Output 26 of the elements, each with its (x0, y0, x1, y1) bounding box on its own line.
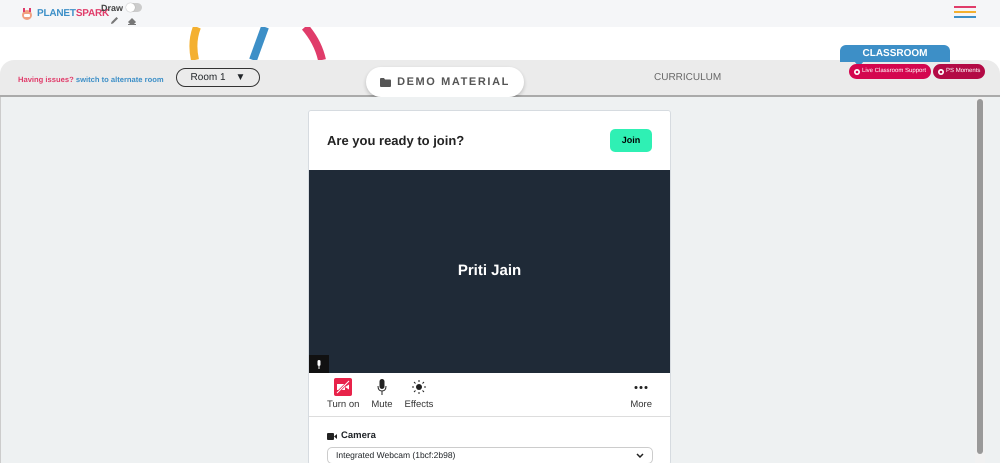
demo-material-tab[interactable]: DEMO MATERIAL (366, 67, 524, 97)
classroom-tab[interactable]: CLASSROOM (840, 45, 950, 62)
camera-select[interactable]: Integrated Webcam (1bcf:2b98) (327, 446, 653, 463)
microphone-icon (376, 378, 387, 396)
more-button[interactable]: More (624, 378, 658, 412)
room-select[interactable]: Room 1 ▼ (176, 68, 260, 87)
sparkle-icon (410, 378, 427, 396)
plus-circle-icon (854, 68, 860, 74)
video-camera-icon (327, 432, 337, 440)
mascot-icon (20, 6, 34, 20)
mic-button[interactable]: Mute (365, 378, 399, 412)
chevron-icon (636, 452, 644, 458)
pencil-icon[interactable] (110, 16, 119, 25)
camera-button[interactable]: Turn on (321, 378, 366, 412)
participant-name: Priti Jain (458, 261, 522, 282)
join-button[interactable]: Join (610, 129, 652, 152)
menu-icon[interactable] (954, 6, 976, 18)
camera-label: Camera (341, 429, 376, 444)
prejoin-title: Are you ready to join? (327, 132, 464, 150)
eraser-icon[interactable] (127, 17, 137, 25)
effects-button[interactable]: Effects (398, 378, 440, 412)
more-icon (634, 386, 648, 389)
draw-toggle[interactable] (126, 3, 142, 12)
curriculum-tab[interactable]: CURRICULUM (654, 70, 722, 85)
plus-circle-icon (938, 68, 944, 74)
folder-icon (380, 78, 392, 86)
